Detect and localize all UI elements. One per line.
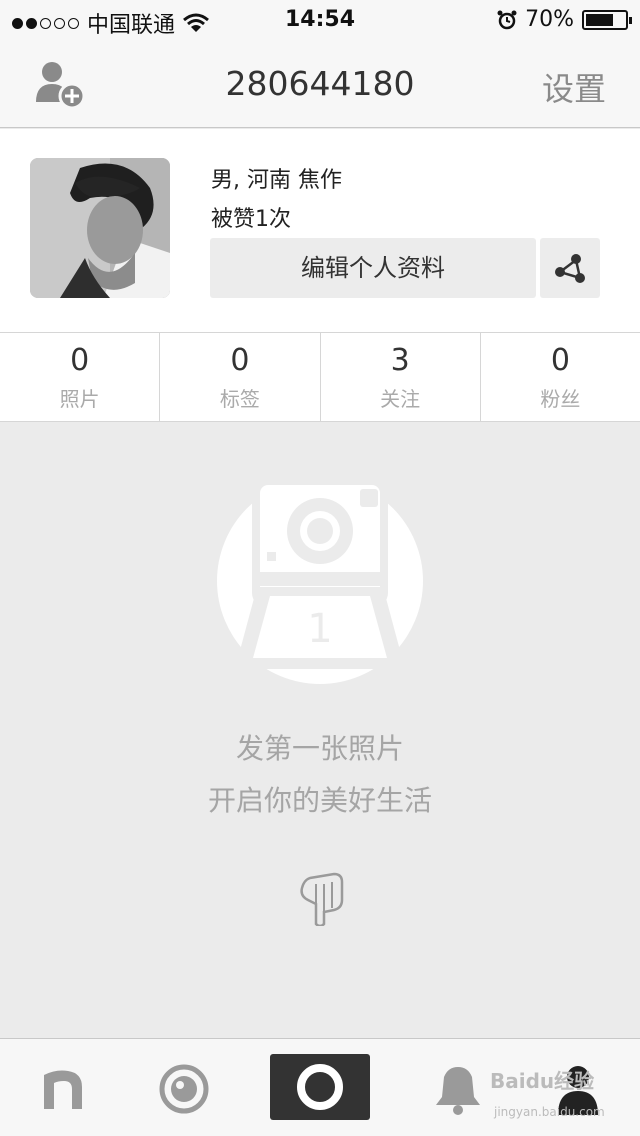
stat-label: 粉丝 (540, 387, 581, 411)
stat-label: 照片 (59, 387, 100, 411)
profile-likes: 被赞1次 (211, 207, 291, 232)
tab-bar: Baidu经验 jingyan.baidu.com (0, 1038, 640, 1136)
profile-card: 男, 河南 焦作 被赞1次 编辑个人资料 (0, 129, 640, 332)
battery-icon (582, 9, 632, 30)
camera-tab-button[interactable] (270, 1054, 370, 1120)
status-right: 70% (497, 7, 632, 32)
stats-bar: 0 照片 0 标签 3 关注 0 粉丝 (0, 332, 640, 422)
alarm-icon (497, 10, 517, 29)
status-bar: 中国联通 14:54 70% (0, 0, 640, 40)
notification-bell-icon[interactable] (434, 1063, 482, 1115)
camera-shutter-icon (297, 1064, 343, 1110)
home-tab-icon[interactable] (40, 1067, 86, 1111)
empty-title: 发第一张照片 (235, 732, 404, 765)
stat-label: 关注 (380, 387, 421, 411)
stat-label: 标签 (219, 387, 260, 411)
stat-followers[interactable]: 0 粉丝 (481, 333, 640, 421)
photo-number: 1 (307, 606, 332, 652)
avatar[interactable] (30, 158, 170, 298)
stat-following[interactable]: 3 关注 (321, 333, 481, 421)
stat-tags[interactable]: 0 标签 (160, 333, 321, 421)
empty-state: 1 发第一张照片 开启你的美好生活 (0, 422, 640, 1038)
avatar-photo (30, 158, 170, 298)
discover-tab-icon[interactable] (158, 1063, 210, 1115)
stat-value: 0 (70, 343, 90, 378)
profile-gender-location: 男, 河南 焦作 (211, 168, 342, 193)
settings-button[interactable]: 设置 (542, 64, 606, 110)
nav-bar: 280644180 设置 (0, 40, 640, 128)
share-button[interactable] (540, 238, 600, 298)
stat-value: 3 (390, 343, 410, 378)
edit-profile-button[interactable]: 编辑个人资料 (210, 238, 536, 298)
stat-value: 0 (230, 343, 250, 378)
empty-subtitle: 开启你的美好生活 (207, 784, 432, 817)
watermark: Baidu经验 jingyan.baidu.com (490, 1065, 630, 1131)
pointing-hand-icon (300, 872, 344, 926)
battery-percent: 70% (525, 7, 574, 32)
share-icon (555, 254, 585, 283)
watermark-text: Baidu经验 (490, 1069, 595, 1093)
stat-photos[interactable]: 0 照片 (0, 333, 161, 421)
stat-value: 0 (550, 343, 570, 378)
camera-illustration-icon[interactable]: 1 (217, 472, 423, 686)
watermark-subtext: jingyan.baidu.com (494, 1105, 605, 1119)
